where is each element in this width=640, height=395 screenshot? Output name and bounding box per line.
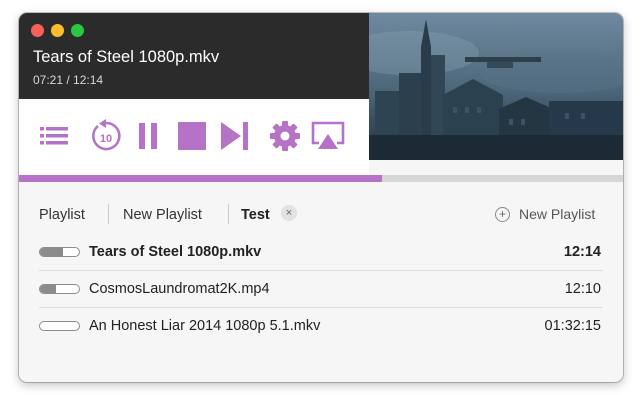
tab-divider (108, 204, 109, 224)
video-preview[interactable] (369, 13, 623, 160)
playlist-item-duration: 12:14 (563, 244, 601, 260)
watched-progress-indicator (39, 247, 80, 257)
new-playlist-label: New Playlist (519, 206, 596, 222)
pause-button[interactable] (131, 118, 167, 154)
settings-button[interactable] (267, 118, 303, 154)
playback-progress-fill (19, 175, 382, 182)
pause-icon (139, 123, 157, 149)
player-window: Tears of Steel 1080p.mkv 07:21 / 12:14 1… (19, 13, 623, 382)
playback-time: 07:21 / 12:14 (33, 73, 104, 87)
maximize-window-button[interactable] (71, 24, 84, 37)
playlist-item[interactable]: An Honest Liar 2014 1080p 5.1.mkv 01:32:… (39, 308, 603, 345)
playlist-item-title: CosmosLaundromat2K.mp4 (89, 281, 270, 297)
minimize-window-button[interactable] (51, 24, 64, 37)
window-title: Tears of Steel 1080p.mkv (33, 48, 220, 66)
watched-progress-fill (40, 248, 64, 256)
playlist-items: Tears of Steel 1080p.mkv 12:14 CosmosLau… (39, 234, 603, 345)
tab-test[interactable]: Test (241, 207, 270, 223)
watched-progress-fill (40, 285, 56, 293)
playback-controls: 10 (19, 99, 369, 175)
playlist-item-duration: 01:32:15 (544, 318, 601, 334)
playlist-item[interactable]: CosmosLaundromat2K.mp4 12:10 (39, 271, 603, 308)
titlebar: Tears of Steel 1080p.mkv 07:21 / 12:14 (19, 13, 369, 99)
playlist-item-title: An Honest Liar 2014 1080p 5.1.mkv (89, 318, 321, 334)
playlist-icon (40, 127, 68, 145)
playlist-item-duration: 12:10 (564, 281, 601, 297)
close-window-button[interactable] (31, 24, 44, 37)
watched-progress-indicator (39, 284, 80, 294)
next-icon (221, 122, 248, 150)
rewind-10-button[interactable]: 10 (88, 118, 124, 154)
gear-icon (270, 121, 300, 151)
video-frame-image (369, 13, 623, 160)
rewind-10-icon: 10 (92, 119, 121, 151)
rewind-10-label: 10 (100, 133, 112, 145)
playlist-item[interactable]: Tears of Steel 1080p.mkv 12:14 (39, 234, 603, 271)
tab-new-playlist[interactable]: New Playlist (123, 207, 202, 223)
playlist-item-title: Tears of Steel 1080p.mkv (89, 244, 262, 260)
airplay-icon (311, 121, 345, 149)
stop-button[interactable] (174, 118, 210, 154)
plus-icon: + (495, 207, 510, 222)
playback-progress-bar[interactable] (19, 175, 623, 182)
watched-progress-indicator (39, 321, 80, 331)
next-button[interactable] (217, 118, 253, 154)
tab-divider (228, 204, 229, 224)
stop-icon (178, 122, 206, 150)
close-tab-icon[interactable]: × (281, 205, 297, 221)
playlist-tabs: Playlist New Playlist Test × + New Playl… (19, 199, 623, 229)
airplay-button[interactable] (310, 118, 346, 154)
playlist-toggle-button[interactable] (36, 118, 72, 154)
tab-playlist[interactable]: Playlist (39, 207, 85, 223)
